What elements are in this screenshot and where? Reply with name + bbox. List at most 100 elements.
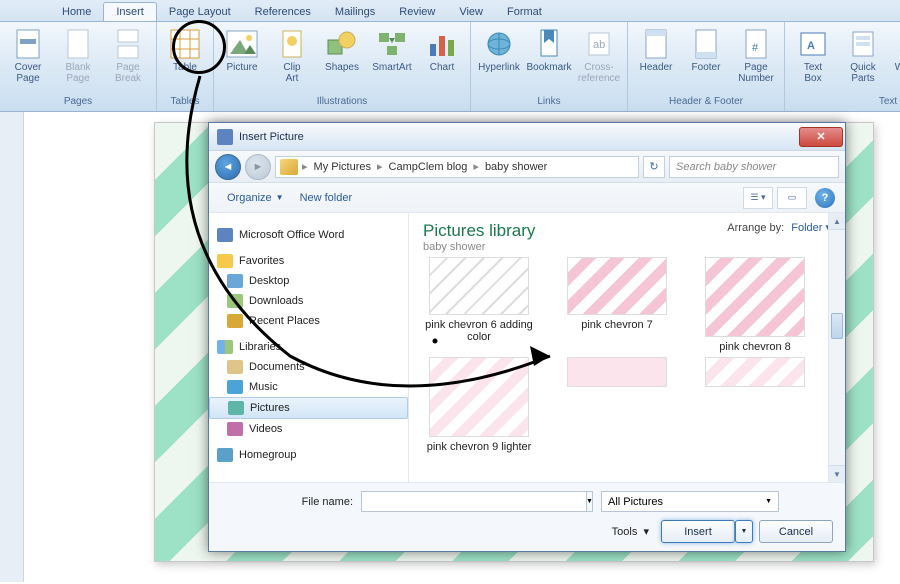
thumb-partial-1[interactable] <box>557 357 677 453</box>
close-button[interactable]: ✕ <box>799 127 843 147</box>
clip-art-button[interactable]: Clip Art <box>268 24 316 90</box>
page-break-icon <box>112 28 144 60</box>
content-header: Pictures library baby shower Arrange by:… <box>409 213 845 257</box>
sidebar-favorites[interactable]: Favorites <box>209 251 408 271</box>
tab-mailings[interactable]: Mailings <box>323 3 387 21</box>
content-scrollbar[interactable]: ▲ ▼ <box>828 213 845 482</box>
breadcrumb-baby-shower[interactable]: baby shower <box>481 161 551 173</box>
picture-button[interactable]: Picture <box>218 24 266 90</box>
preview-pane-button[interactable]: ▭ <box>777 187 807 209</box>
sidebar-recent-places[interactable]: Recent Places <box>209 311 408 331</box>
vertical-ruler <box>0 112 24 582</box>
sidebar-music[interactable]: Music <box>209 377 408 397</box>
tab-review[interactable]: Review <box>387 3 447 21</box>
group-pages-label: Pages <box>4 94 152 111</box>
tab-view[interactable]: View <box>447 3 495 21</box>
cross-reference-button[interactable]: abCross-reference <box>575 24 623 90</box>
group-text-label: Text <box>789 94 900 111</box>
smartart-icon <box>376 28 408 60</box>
breadcrumb[interactable]: ▸ My Pictures ▸ CampClem blog ▸ baby sho… <box>275 156 639 178</box>
group-illustrations-label: Illustrations <box>218 94 466 111</box>
thumbnail-grid: pink chevron 6 adding color pink chevron… <box>409 257 845 482</box>
sidebar-pictures[interactable]: Pictures <box>209 397 408 419</box>
header-button[interactable]: Header <box>632 24 680 90</box>
sidebar-ms-word[interactable]: Microsoft Office Word <box>209 225 408 245</box>
blank-page-button[interactable]: Blank Page <box>54 24 102 90</box>
svg-text:A: A <box>807 40 815 52</box>
page-number-icon: # <box>740 28 772 60</box>
breadcrumb-sep: ▸ <box>302 160 308 173</box>
tools-menu[interactable]: Tools ▾ <box>612 525 649 538</box>
arrange-by-value[interactable]: Folder ▾ <box>791 222 831 234</box>
dialog-content: Pictures library baby shower Arrange by:… <box>409 213 845 482</box>
text-box-button[interactable]: AText Box <box>789 24 837 90</box>
tab-home[interactable]: Home <box>50 3 103 21</box>
quick-parts-button[interactable]: Quick Parts <box>839 24 887 90</box>
shapes-button[interactable]: Shapes <box>318 24 366 90</box>
forward-button[interactable]: ► <box>245 154 271 180</box>
documents-icon <box>227 360 243 374</box>
filename-input[interactable] <box>361 491 587 512</box>
thumb-pink-chevron-8[interactable]: pink chevron 8 <box>695 257 815 353</box>
tab-references[interactable]: References <box>243 3 323 21</box>
tab-insert[interactable]: Insert <box>103 2 157 21</box>
group-tables-label: Tables <box>161 94 209 111</box>
scroll-down-icon[interactable]: ▼ <box>829 465 845 482</box>
footer-icon <box>690 28 722 60</box>
scroll-up-icon[interactable]: ▲ <box>829 213 845 230</box>
thumb-pink-chevron-6[interactable]: pink chevron 6 adding color <box>419 257 539 353</box>
page-number-button[interactable]: #Page Number <box>732 24 780 90</box>
dialog-sidebar: Microsoft Office Word Favorites Desktop … <box>209 213 409 482</box>
dialog-toolbar: Organize▼ New folder ☰ ▾ ▭ ? <box>209 183 845 213</box>
page-break-button[interactable]: Page Break <box>104 24 152 90</box>
cancel-button[interactable]: Cancel <box>759 520 833 543</box>
new-folder-button[interactable]: New folder <box>292 190 361 206</box>
wordart-button[interactable]: AWordArt <box>889 24 900 90</box>
sidebar-desktop[interactable]: Desktop <box>209 271 408 291</box>
dialog-footer: File name: ▼ All Pictures▼ Tools ▾ Inser… <box>209 482 845 551</box>
hyperlink-button[interactable]: Hyperlink <box>475 24 523 90</box>
dialog-titlebar[interactable]: Insert Picture ✕ <box>209 123 845 151</box>
sidebar-videos[interactable]: Videos <box>209 419 408 439</box>
chart-button[interactable]: Chart <box>418 24 466 90</box>
library-subtitle: baby shower <box>423 241 535 253</box>
smartart-button[interactable]: SmartArt <box>368 24 416 90</box>
filename-dropdown[interactable]: ▼ <box>587 491 593 512</box>
header-icon <box>640 28 672 60</box>
hyperlink-icon <box>483 28 515 60</box>
thumb-pink-chevron-7[interactable]: pink chevron 7 <box>557 257 677 353</box>
insert-button[interactable]: Insert <box>661 520 735 543</box>
cover-page-button[interactable]: Cover Page <box>4 24 52 90</box>
scroll-thumb[interactable] <box>831 313 843 339</box>
view-mode-button[interactable]: ☰ ▾ <box>743 187 773 209</box>
cover-page-icon <box>12 28 44 60</box>
refresh-button[interactable]: ↻ <box>643 156 665 178</box>
sidebar-homegroup[interactable]: Homegroup <box>209 445 408 465</box>
group-pages: Cover Page Blank Page Page Break Pages <box>0 22 157 111</box>
breadcrumb-my-pictures[interactable]: My Pictures <box>310 161 375 173</box>
thumb-pink-chevron-9[interactable]: pink chevron 9 lighter <box>419 357 539 453</box>
tab-page-layout[interactable]: Page Layout <box>157 3 243 21</box>
bookmark-button[interactable]: Bookmark <box>525 24 573 90</box>
sidebar-documents[interactable]: Documents <box>209 357 408 377</box>
downloads-icon <box>227 294 243 308</box>
help-button[interactable]: ? <box>815 188 835 208</box>
back-button[interactable]: ◄ <box>215 154 241 180</box>
sidebar-libraries[interactable]: Libraries <box>209 337 408 357</box>
homegroup-icon <box>217 448 233 462</box>
group-links: Hyperlink Bookmark abCross-reference Lin… <box>471 22 628 111</box>
breadcrumb-campclem[interactable]: CampClem blog <box>385 161 472 173</box>
tab-format[interactable]: Format <box>495 3 554 21</box>
file-type-filter[interactable]: All Pictures▼ <box>601 491 779 512</box>
arrange-by-label: Arrange by: <box>727 222 784 234</box>
pictures-icon <box>228 401 244 415</box>
search-input[interactable]: Search baby shower <box>669 156 839 178</box>
insert-split-button[interactable]: ▼ <box>735 520 753 543</box>
footer-button[interactable]: Footer <box>682 24 730 90</box>
organize-menu[interactable]: Organize▼ <box>219 190 292 206</box>
thumb-partial-2[interactable] <box>695 357 815 453</box>
group-header-footer: Header Footer #Page Number Header & Foot… <box>628 22 785 111</box>
desktop-icon <box>227 274 243 288</box>
sidebar-downloads[interactable]: Downloads <box>209 291 408 311</box>
bookmark-icon <box>533 28 565 60</box>
